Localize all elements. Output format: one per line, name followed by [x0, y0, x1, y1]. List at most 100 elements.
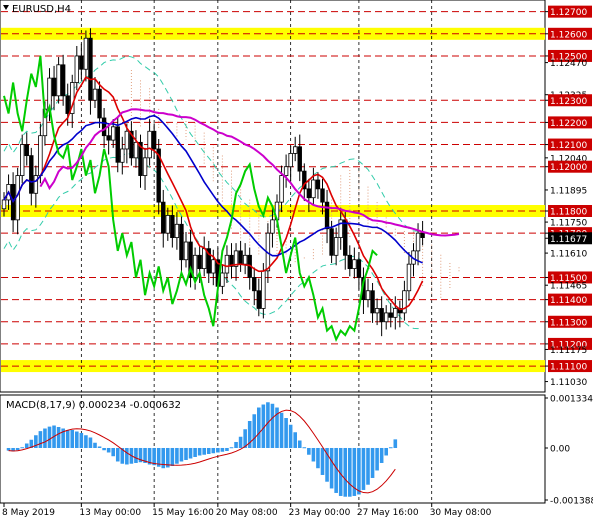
macd-bar-24	[115, 447, 120, 462]
candle-body-56	[256, 290, 261, 309]
macd-bar-20	[97, 446, 102, 448]
candle-body-32	[147, 130, 152, 159]
candle-body-74	[338, 219, 343, 238]
candle-body-14	[65, 95, 70, 114]
macd-bar-84	[388, 447, 393, 449]
price-label-11: 1.11800	[550, 208, 587, 218]
macd-bar-38	[179, 447, 184, 462]
candle-body-25	[115, 126, 120, 163]
price-label-22: 1.11100	[550, 363, 587, 373]
macd-bar-50	[234, 441, 238, 448]
candle-body-76	[347, 254, 352, 269]
macd-bar-22	[106, 447, 111, 453]
price-label-10: 1.11895	[550, 186, 587, 196]
candle-body-67	[306, 188, 312, 199]
time-label-1: 13 May 00:00	[79, 508, 141, 518]
candle-body-16	[74, 55, 79, 83]
candle-body-55	[252, 277, 257, 292]
macd-axis-label-1: 0.00	[550, 444, 570, 454]
candle-body-8	[38, 135, 43, 176]
chart-window[interactable]: 1.127001.126001.125001.124701.123251.123…	[0, 0, 593, 521]
candle-body-27	[124, 130, 130, 150]
candle-body-33	[151, 130, 157, 150]
macd-bar-19	[93, 442, 97, 448]
candle-body-86	[393, 308, 398, 318]
candle-body-4	[19, 144, 25, 176]
candle-body-0	[1, 199, 7, 210]
macd-bar-69	[320, 447, 325, 475]
macd-bar-58	[270, 403, 275, 448]
candle-body-46	[211, 259, 216, 274]
macd-label: MACD(8,17,9) 0.000234 -0.000632	[6, 400, 181, 411]
candle-body-80	[365, 290, 371, 301]
macd-bar-74	[343, 447, 348, 497]
candle-body-40	[183, 241, 189, 261]
macd-bar-44	[206, 447, 211, 454]
macd-bar-54	[252, 414, 257, 448]
macd-bar-55	[257, 407, 261, 448]
candle-body-53	[242, 254, 248, 265]
time-label-5: 27 May 16:00	[357, 508, 419, 518]
price-label-17: 1.11465	[550, 282, 587, 292]
price-label-18: 1.11400	[550, 296, 587, 306]
candle-body-91	[415, 232, 421, 252]
time-axis: 8 May 2019 13 May 00:00 15 May 16:00 20 May…	[2, 503, 492, 518]
macd-bar-32	[152, 447, 156, 466]
macd-axis-label-2: -0.001388	[550, 497, 593, 507]
macd-bar-63	[293, 432, 297, 448]
macd-bar-34	[161, 447, 166, 469]
macd-bar-81	[375, 447, 379, 471]
candle-body-63	[288, 153, 293, 168]
macd-bar-13	[65, 430, 70, 448]
candle-body-39	[179, 223, 184, 261]
macd-bar-66	[307, 447, 311, 455]
candle-body-62	[283, 166, 289, 176]
macd-bar-11	[56, 427, 61, 448]
macd-bar-43	[202, 447, 206, 455]
candle-body-37	[170, 215, 175, 238]
candle-body-92	[420, 232, 425, 238]
candle-body-20	[92, 88, 98, 101]
candle-body-7	[33, 175, 39, 194]
macd-bar-49	[229, 447, 234, 449]
candle-body-38	[174, 223, 180, 238]
candle-body-65	[297, 146, 302, 172]
macd-bar-46	[216, 447, 220, 453]
candle-body-42	[192, 254, 198, 278]
macd-bar-21	[102, 447, 106, 451]
macd-bar-67	[311, 447, 316, 462]
candle-body-11	[51, 77, 57, 97]
candle-body-78	[356, 259, 362, 278]
macd-bar-75	[348, 447, 352, 497]
macd-bar-15	[75, 431, 79, 448]
macd-bar-8	[43, 428, 47, 448]
time-label-0: 8 May 2019	[2, 508, 55, 518]
macd-bar-61	[284, 418, 288, 448]
chart-canvas[interactable]: 1.127001.126001.125001.124701.123251.123…	[0, 0, 593, 521]
macd-bar-71	[329, 447, 334, 489]
candle-body-81	[370, 290, 375, 314]
candle-body-24	[111, 126, 116, 141]
macd-bar-42	[197, 447, 202, 456]
candle-body-89	[406, 263, 412, 292]
candle-body-61	[279, 175, 284, 203]
macd-bar-80	[370, 447, 375, 478]
macd-bar-47	[220, 447, 225, 452]
macd-bar-14	[70, 430, 75, 448]
candle-body-70	[320, 188, 325, 203]
candle-body-17	[79, 55, 84, 70]
macd-bar-37	[175, 447, 179, 464]
candle-body-23	[106, 135, 111, 141]
macd-bar-70	[325, 447, 329, 482]
candle-body-29	[133, 141, 139, 159]
candle-body-85	[388, 312, 393, 318]
macd-bar-18	[88, 437, 93, 448]
time-label-2: 15 May 16:00	[152, 508, 214, 518]
candle-body-83	[379, 308, 384, 323]
candle-body-26	[120, 148, 125, 163]
candle-body-43	[197, 254, 202, 269]
macd-bar-82	[379, 447, 384, 463]
candle-body-49	[224, 254, 230, 274]
macd-bar-77	[357, 447, 361, 495]
macd-bar-9	[47, 426, 52, 448]
